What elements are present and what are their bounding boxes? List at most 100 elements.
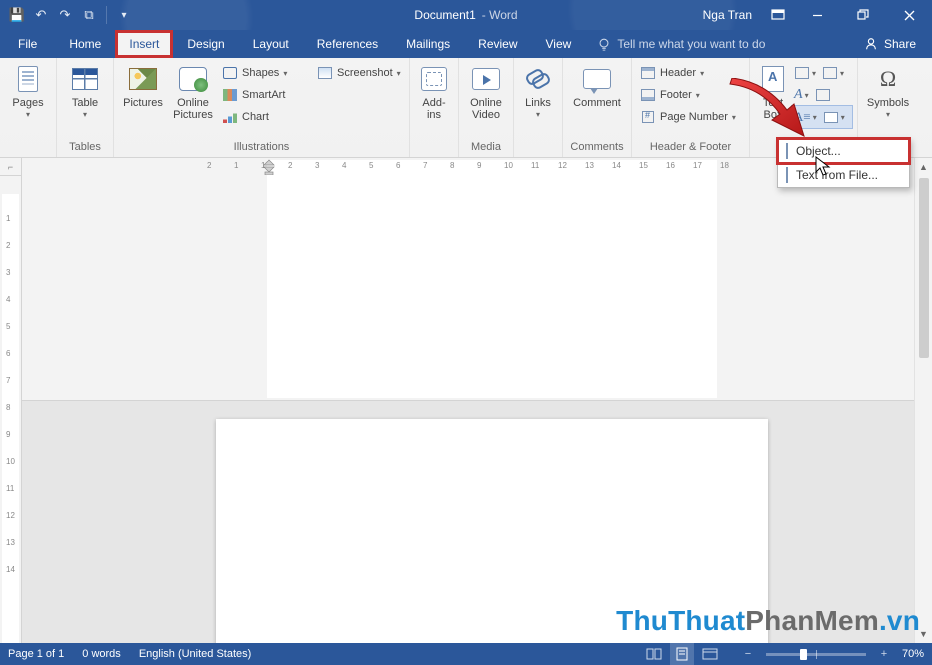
zoom-out-button[interactable]: −: [740, 643, 756, 665]
document-viewport[interactable]: [22, 401, 914, 643]
ribbon-tabs: File Home Insert Design Layout Reference…: [0, 30, 932, 58]
footer-button[interactable]: Footer▾: [636, 84, 745, 106]
object-dropdown-button[interactable]: A≡▾▾: [792, 106, 852, 128]
drop-cap-icon: A≡: [794, 109, 811, 125]
shapes-icon: [223, 67, 237, 79]
date-time-icon: [816, 89, 830, 101]
header-icon: [641, 67, 655, 79]
page-icon: [18, 66, 38, 92]
online-video-button[interactable]: Online Video: [463, 60, 509, 121]
share-button[interactable]: Share: [848, 30, 932, 58]
status-language[interactable]: English (United States): [139, 648, 252, 660]
scroll-down-icon[interactable]: ▼: [915, 625, 932, 643]
tab-home[interactable]: Home: [55, 30, 115, 58]
screenshot-button[interactable]: Screenshot▾: [313, 62, 405, 84]
scroll-up-icon[interactable]: ▲: [915, 158, 932, 176]
footer-icon: [641, 89, 655, 101]
view-web-layout-icon[interactable]: [698, 643, 722, 665]
save-icon[interactable]: 💾: [6, 4, 28, 26]
share-label: Share: [884, 37, 916, 51]
chevron-down-icon: ▾: [700, 69, 704, 78]
group-links: Links▾: [514, 58, 563, 157]
chart-button[interactable]: Chart: [218, 106, 313, 128]
status-words[interactable]: 0 words: [82, 648, 121, 660]
page-number-icon: [642, 111, 654, 123]
smartart-button[interactable]: SmartArt: [218, 84, 313, 106]
qat-separator: [106, 6, 107, 24]
symbols-button[interactable]: Ω Symbols▾: [862, 60, 914, 121]
links-button[interactable]: Links▾: [518, 60, 558, 121]
group-comments: Comment Comments: [563, 58, 632, 157]
restore-button[interactable]: [840, 0, 886, 30]
qat-customize-icon[interactable]: ▾: [113, 4, 135, 26]
tab-review[interactable]: Review: [464, 30, 531, 58]
horizontal-ruler[interactable]: 21123456789101112131415161718: [22, 158, 914, 401]
object-icon: [786, 143, 788, 159]
tell-me-placeholder: Tell me what you want to do: [617, 37, 765, 51]
tab-references[interactable]: References: [303, 30, 392, 58]
group-header-footer: Header▾ Footer▾ Page Number▾ Header & Fo…: [632, 58, 750, 157]
copy-icon[interactable]: ⧉: [78, 4, 100, 26]
window-title: Document1 - Word: [414, 8, 517, 22]
ruler-corner[interactable]: ⌐: [0, 158, 22, 176]
menu-item-text-from-file-label: Text from File...: [796, 168, 878, 182]
chevron-down-icon: ▾: [283, 69, 287, 78]
chart-icon: [223, 111, 237, 123]
tab-layout[interactable]: Layout: [239, 30, 303, 58]
text-file-icon: [786, 167, 788, 183]
shapes-button[interactable]: Shapes▾: [218, 62, 313, 84]
redo-icon[interactable]: ↷: [54, 4, 76, 26]
group-media: Online Video Media: [459, 58, 514, 157]
smartart-icon: [223, 89, 237, 101]
online-pictures-icon: [179, 67, 207, 91]
tell-me-search[interactable]: Tell me what you want to do: [597, 30, 765, 58]
tab-design[interactable]: Design: [173, 30, 238, 58]
user-name[interactable]: Nga Tran: [693, 8, 762, 22]
tab-insert[interactable]: Insert: [115, 30, 173, 58]
object-icon: [824, 112, 838, 123]
quick-parts-button[interactable]: ▾▾: [792, 62, 852, 84]
signature-icon: [823, 67, 837, 79]
comment-button[interactable]: Comment: [567, 60, 627, 109]
chevron-down-icon: ▾: [732, 113, 736, 122]
minimize-button[interactable]: [794, 0, 840, 30]
status-bar: Page 1 of 1 0 words English (United Stat…: [0, 643, 932, 665]
pages-button[interactable]: Pages▾: [4, 60, 52, 121]
vertical-scrollbar[interactable]: ▲ ▼: [914, 158, 932, 643]
zoom-slider[interactable]: [766, 653, 866, 656]
table-icon: [72, 68, 98, 90]
tab-mailings[interactable]: Mailings: [392, 30, 464, 58]
quick-parts-icon: [795, 67, 809, 79]
menu-item-text-from-file[interactable]: Text from File...: [778, 163, 909, 187]
view-print-layout-icon[interactable]: [670, 643, 694, 665]
addins-button[interactable]: Add- ins: [414, 60, 454, 121]
lightbulb-icon: [597, 37, 611, 51]
vertical-ruler[interactable]: 1234567891011121314: [0, 176, 22, 643]
page-number-button[interactable]: Page Number▾: [636, 106, 745, 128]
text-box-button[interactable]: Text Box: [754, 60, 792, 121]
chevron-down-icon: ▾: [397, 69, 401, 78]
page[interactable]: [216, 419, 768, 643]
tab-view[interactable]: View: [532, 30, 586, 58]
zoom-in-button[interactable]: +: [876, 643, 892, 665]
wordart-button[interactable]: A▾: [792, 84, 852, 106]
document-name: Document1: [414, 8, 475, 22]
quick-access-toolbar: 💾 ↶ ↷ ⧉ ▾: [0, 4, 135, 26]
tab-file[interactable]: File: [0, 30, 55, 58]
group-illustrations: Pictures Online Pictures Shapes▾ SmartAr…: [114, 58, 410, 157]
scroll-thumb[interactable]: [919, 178, 929, 358]
omega-icon: Ω: [880, 66, 896, 92]
table-button[interactable]: Table▾: [61, 60, 109, 121]
share-icon: [864, 37, 878, 51]
undo-icon[interactable]: ↶: [30, 4, 52, 26]
ribbon-options-icon[interactable]: [762, 0, 794, 30]
menu-item-object[interactable]: Object...: [778, 139, 909, 163]
zoom-level[interactable]: 70%: [902, 648, 924, 660]
header-button[interactable]: Header▾: [636, 62, 745, 84]
close-button[interactable]: [886, 0, 932, 30]
chevron-down-icon: ▾: [886, 109, 890, 121]
online-pictures-button[interactable]: Online Pictures: [168, 60, 218, 121]
status-page[interactable]: Page 1 of 1: [8, 648, 64, 660]
view-read-mode-icon[interactable]: [642, 643, 666, 665]
pictures-button[interactable]: Pictures: [118, 60, 168, 109]
